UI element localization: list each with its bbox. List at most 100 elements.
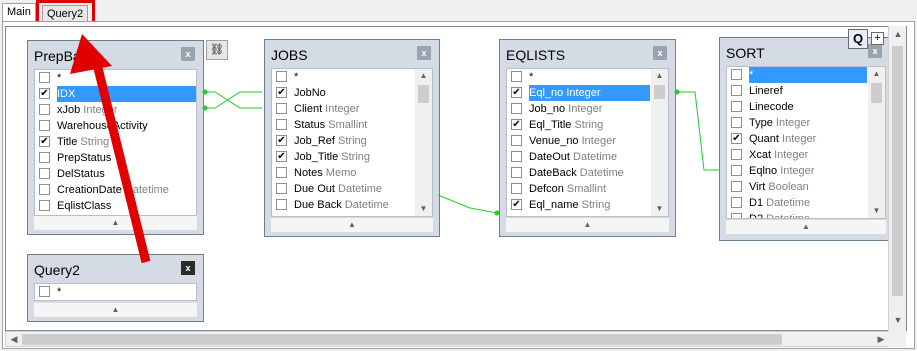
field-checkbox[interactable]: [731, 85, 742, 96]
field-row[interactable]: ✔ Eql_Title String: [507, 117, 668, 133]
scroll-left-icon[interactable]: ◀: [7, 333, 21, 346]
field-checkbox[interactable]: ✔: [39, 88, 50, 99]
field-row[interactable]: Xcat Integer: [727, 147, 885, 163]
scrollbar-thumb[interactable]: [22, 334, 782, 345]
field-checkbox[interactable]: [511, 183, 522, 194]
scrollbar-thumb[interactable]: [654, 85, 665, 99]
field-list-scrollbar[interactable]: ▲ ▼: [651, 69, 668, 216]
field-row[interactable]: *: [35, 284, 196, 300]
field-row[interactable]: WarehouseActivity: [35, 118, 196, 134]
field-row[interactable]: ✔ Job_Title String: [272, 149, 432, 165]
field-checkbox[interactable]: [511, 135, 522, 146]
field-checkbox[interactable]: [511, 103, 522, 114]
field-list-scrollbar[interactable]: ▲ ▼: [868, 67, 885, 218]
field-checkbox[interactable]: ✔: [276, 87, 287, 98]
scroll-down-icon[interactable]: ▲: [34, 216, 197, 230]
field-checkbox[interactable]: [39, 184, 50, 195]
field-checkbox[interactable]: ✔: [731, 133, 742, 144]
field-checkbox[interactable]: [39, 286, 50, 297]
field-checkbox[interactable]: [39, 72, 50, 83]
query-q-button[interactable]: Q: [848, 29, 868, 49]
field-row[interactable]: *: [727, 67, 885, 83]
field-checkbox[interactable]: [511, 167, 522, 178]
field-checkbox[interactable]: [276, 167, 287, 178]
field-checkbox[interactable]: [731, 117, 742, 128]
field-row[interactable]: Linecode: [727, 99, 885, 115]
field-row[interactable]: Notes Memo: [272, 165, 432, 181]
field-checkbox[interactable]: [276, 183, 287, 194]
table-sort[interactable]: SORT x * Lineref Linecode Type Integer ✔ Quan…: [719, 37, 891, 241]
field-row[interactable]: ✔ Eql_no Integer: [507, 85, 668, 101]
field-row[interactable]: ✔ Eql_name String: [507, 197, 668, 213]
field-row[interactable]: ✔ Quant Integer: [727, 131, 885, 147]
scroll-up-icon[interactable]: ▲: [871, 68, 882, 80]
field-row[interactable]: Due Out Datetime: [272, 181, 432, 197]
field-checkbox[interactable]: [276, 71, 287, 82]
field-row[interactable]: ✔ Title String: [35, 134, 196, 150]
field-checkbox[interactable]: [731, 101, 742, 112]
field-checkbox[interactable]: [731, 197, 742, 208]
field-row[interactable]: Client Integer: [272, 101, 432, 117]
field-row[interactable]: Type Integer: [727, 115, 885, 131]
scrollbar-thumb[interactable]: [892, 46, 903, 296]
field-checkbox[interactable]: ✔: [511, 199, 522, 210]
scroll-right-icon[interactable]: ▶: [874, 333, 888, 346]
scrollbar-thumb[interactable]: [418, 85, 429, 103]
field-row[interactable]: ✔ IDX: [35, 86, 196, 102]
field-row[interactable]: D2 Datetime: [727, 211, 885, 218]
field-row[interactable]: xJob Integer: [35, 102, 196, 118]
field-row[interactable]: ✔ JobNo: [272, 85, 432, 101]
scroll-up-icon[interactable]: ▲: [891, 28, 905, 41]
table-prepbatch[interactable]: PrepBa x * ✔ IDX xJob Integer WarehouseActiv…: [27, 40, 204, 235]
field-row[interactable]: Venue_no Integer: [507, 133, 668, 149]
field-row[interactable]: *: [272, 69, 432, 85]
field-row[interactable]: Job_no Integer: [507, 101, 668, 117]
field-row[interactable]: *: [35, 70, 196, 86]
field-list-scrollbar[interactable]: ▲ ▼: [415, 69, 432, 216]
field-row[interactable]: PrepStatus: [35, 150, 196, 166]
field-checkbox[interactable]: ✔: [511, 119, 522, 130]
field-checkbox[interactable]: ✔: [276, 135, 287, 146]
table-query2[interactable]: Query2 x * ▲: [27, 254, 204, 322]
close-icon[interactable]: x: [417, 46, 431, 60]
tab-main[interactable]: Main: [2, 3, 36, 23]
field-row[interactable]: CreationDate Datetime: [35, 182, 196, 198]
scroll-down-icon[interactable]: ▲: [271, 218, 433, 232]
field-row[interactable]: Virt Boolean: [727, 179, 885, 195]
table-jobs[interactable]: JOBS x * ✔ JobNo Client Integer Status Small…: [264, 39, 440, 237]
scroll-up-icon[interactable]: ▲: [418, 70, 429, 82]
field-row[interactable]: DateOut Datetime: [507, 149, 668, 165]
field-row[interactable]: Status Smallint: [272, 117, 432, 133]
horizontal-scrollbar[interactable]: ◀ ▶: [5, 331, 890, 347]
field-checkbox[interactable]: [511, 71, 522, 82]
field-checkbox[interactable]: [39, 152, 50, 163]
link-icon[interactable]: ⛓: [206, 40, 228, 60]
scroll-down-icon[interactable]: ▲: [506, 218, 669, 232]
field-checkbox[interactable]: [731, 149, 742, 160]
table-eqlists[interactable]: EQLISTS x * ✔ Eql_no Integer Job_no Integer…: [499, 39, 676, 237]
field-row[interactable]: ✔ Job_Ref String: [272, 133, 432, 149]
field-checkbox[interactable]: [276, 119, 287, 130]
field-checkbox[interactable]: [39, 104, 50, 115]
close-icon[interactable]: x: [181, 261, 195, 275]
scroll-down-icon[interactable]: ▼: [418, 203, 429, 215]
add-table-button[interactable]: +: [871, 32, 884, 45]
scroll-down-icon[interactable]: ▼: [871, 205, 882, 217]
field-row[interactable]: Defcon Smallint: [507, 181, 668, 197]
scroll-down-icon[interactable]: ▼: [654, 203, 665, 215]
vertical-scrollbar[interactable]: ▲ ▼: [888, 26, 906, 331]
close-icon[interactable]: x: [653, 46, 667, 60]
scroll-down-icon[interactable]: ▲: [726, 220, 886, 234]
field-row[interactable]: EqlistClass: [35, 198, 196, 214]
field-row[interactable]: Due Back Datetime: [272, 197, 432, 213]
field-checkbox[interactable]: [731, 181, 742, 192]
field-checkbox[interactable]: [39, 120, 50, 131]
field-checkbox[interactable]: [731, 69, 742, 80]
field-checkbox[interactable]: [276, 199, 287, 210]
field-checkbox[interactable]: [276, 103, 287, 114]
field-row[interactable]: Lineref: [727, 83, 885, 99]
field-row[interactable]: DateBack Datetime: [507, 165, 668, 181]
field-checkbox[interactable]: [731, 213, 742, 218]
field-checkbox[interactable]: ✔: [511, 87, 522, 98]
field-checkbox[interactable]: [731, 165, 742, 176]
